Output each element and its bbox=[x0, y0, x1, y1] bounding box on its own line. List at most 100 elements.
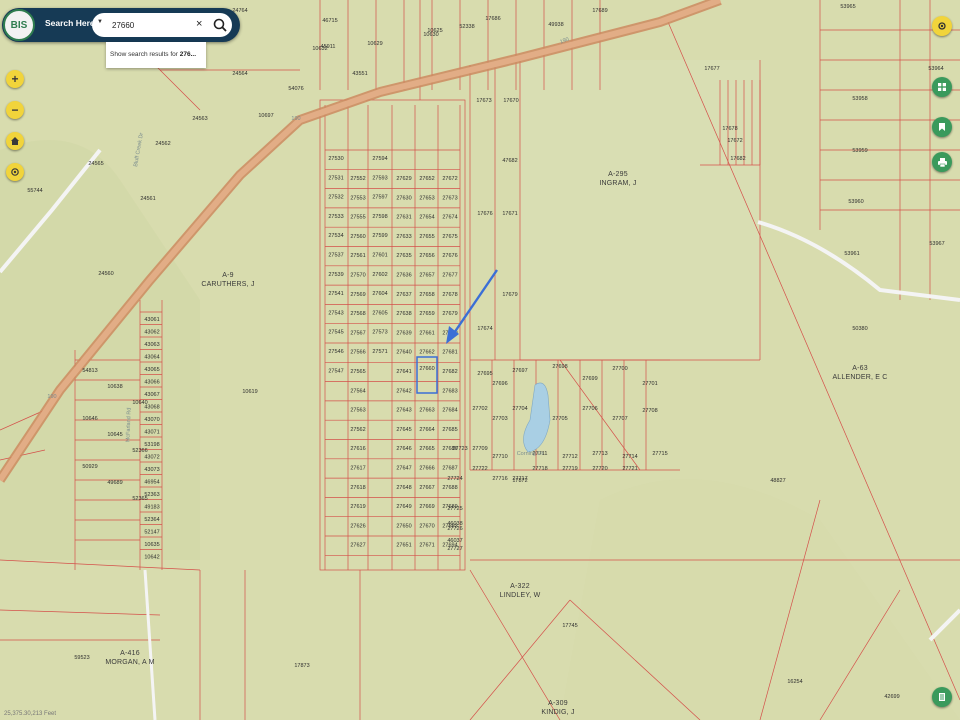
parcel-label[interactable]: 27723 bbox=[452, 446, 467, 452]
parcel-label[interactable]: 17676 bbox=[477, 211, 492, 217]
home-button[interactable] bbox=[6, 132, 24, 150]
parcel-label[interactable]: 27636 bbox=[396, 273, 411, 279]
parcel-label[interactable]: 27635 bbox=[396, 253, 411, 259]
parcel-label[interactable]: 27715 bbox=[652, 451, 667, 457]
search-input[interactable] bbox=[112, 17, 190, 33]
parcel-label[interactable]: 27627 bbox=[350, 543, 365, 549]
search-icon[interactable] bbox=[212, 17, 228, 33]
parcel-label[interactable]: 27681 bbox=[442, 350, 457, 356]
parcel-label[interactable]: 17673 bbox=[476, 98, 491, 104]
parcel-label[interactable]: 27701 bbox=[642, 381, 657, 387]
parcel-label[interactable]: 27643 bbox=[396, 408, 411, 414]
parcel-label[interactable]: 27656 bbox=[419, 253, 434, 259]
parcel-label[interactable]: 27710 bbox=[492, 454, 507, 460]
parcel-label[interactable]: 46715 bbox=[322, 18, 337, 24]
parcel-label[interactable]: 27702 bbox=[472, 406, 487, 412]
search-type-dropdown-icon[interactable]: ▼ bbox=[97, 19, 103, 25]
parcel-label[interactable]: 27648 bbox=[396, 485, 411, 491]
search-suggestion[interactable]: Show search results for 276... bbox=[106, 42, 206, 68]
parcel-label[interactable]: 27561 bbox=[350, 253, 365, 259]
parcel-label[interactable]: 27678 bbox=[442, 292, 457, 298]
layers-toggle-button[interactable] bbox=[932, 16, 952, 36]
parcel-label[interactable]: 27707 bbox=[612, 416, 627, 422]
parcel-label[interactable]: 24565 bbox=[88, 161, 103, 167]
parcel-label[interactable]: 43551 bbox=[352, 71, 367, 77]
parcel-label[interactable]: 27661 bbox=[419, 330, 434, 336]
parcel-label[interactable]: 43072 bbox=[144, 455, 159, 461]
parcel-label[interactable]: 52365 bbox=[132, 496, 147, 502]
parcel-label[interactable]: 27570 bbox=[350, 273, 365, 279]
parcel-label[interactable]: 27706 bbox=[582, 406, 597, 412]
parcel-label[interactable]: 27616 bbox=[350, 446, 365, 452]
parcel-label[interactable]: 24561 bbox=[140, 196, 155, 202]
legend-button[interactable] bbox=[932, 687, 952, 707]
parcel-label[interactable]: 27649 bbox=[396, 504, 411, 510]
grid-tools-button[interactable] bbox=[932, 77, 952, 97]
parcel-label[interactable]: 27626 bbox=[350, 523, 365, 529]
parcel-label[interactable]: 27665 bbox=[419, 446, 434, 452]
parcel-label[interactable]: 10619 bbox=[242, 389, 257, 395]
bookmark-button[interactable] bbox=[932, 117, 952, 137]
parcel-label[interactable]: 27545 bbox=[328, 330, 343, 336]
parcel-label[interactable]: 27532 bbox=[328, 195, 343, 201]
parcel-label[interactable]: 52364 bbox=[144, 517, 159, 523]
parcel-label[interactable]: 43061 bbox=[144, 317, 159, 323]
parcel-label[interactable]: 17682 bbox=[730, 156, 745, 162]
parcel-label[interactable]: 27652 bbox=[419, 176, 434, 182]
parcel-label[interactable]: 10640 bbox=[132, 400, 147, 406]
parcel-label[interactable]: 27641 bbox=[396, 369, 411, 375]
parcel-label[interactable]: 27547 bbox=[328, 368, 343, 374]
parcel-label-selected[interactable]: 27660 bbox=[419, 366, 434, 372]
parcel-label[interactable]: 17872 bbox=[512, 478, 527, 484]
parcel-label[interactable]: 27684 bbox=[442, 408, 457, 414]
parcel-label[interactable]: 27658 bbox=[419, 292, 434, 298]
parcel-label[interactable]: 27713 bbox=[592, 451, 607, 457]
parcel-label[interactable]: 27597 bbox=[372, 195, 387, 201]
parcel-label[interactable]: 27568 bbox=[350, 311, 365, 317]
parcel-label[interactable]: 27564 bbox=[350, 388, 365, 394]
parcel-label[interactable]: 17670 bbox=[503, 98, 518, 104]
parcel-label[interactable]: 17671 bbox=[502, 211, 517, 217]
parcel-label[interactable]: 27563 bbox=[350, 408, 365, 414]
parcel-label[interactable]: 27663 bbox=[419, 408, 434, 414]
parcel-label[interactable]: 27712 bbox=[562, 454, 577, 460]
parcel-label[interactable]: 27573 bbox=[372, 330, 387, 336]
parcel-label[interactable]: 52338 bbox=[459, 24, 474, 30]
parcel-label[interactable]: 27708 bbox=[642, 408, 657, 414]
parcel-label[interactable]: 27537 bbox=[328, 253, 343, 259]
parcel-label[interactable]: 24562 bbox=[155, 141, 170, 147]
parcel-label[interactable]: 27698 bbox=[552, 364, 567, 370]
parcel-label[interactable]: 27703 bbox=[492, 416, 507, 422]
parcel-label[interactable]: 27727 bbox=[447, 546, 462, 552]
parcel-label[interactable]: 48827 bbox=[770, 478, 785, 484]
parcel-label[interactable]: 27675 bbox=[442, 234, 457, 240]
parcel-label[interactable]: 27638 bbox=[396, 311, 411, 317]
parcel-label[interactable]: 10642 bbox=[144, 555, 159, 561]
parcel-label[interactable]: 27566 bbox=[350, 350, 365, 356]
parcel-label[interactable]: 43066 bbox=[144, 380, 159, 386]
parcel-label[interactable]: 27677 bbox=[442, 273, 457, 279]
parcel-label[interactable]: 27604 bbox=[372, 291, 387, 297]
parcel-label[interactable]: 53960 bbox=[848, 199, 863, 205]
clear-search-icon[interactable]: × bbox=[196, 18, 202, 30]
parcel-label[interactable]: 43073 bbox=[144, 467, 159, 473]
parcel-label[interactable]: 49689 bbox=[107, 480, 122, 486]
parcel-label[interactable]: 27700 bbox=[612, 366, 627, 372]
parcel-label[interactable]: 43064 bbox=[144, 355, 159, 361]
parcel-label[interactable]: 10629 bbox=[367, 41, 382, 47]
parcel-label[interactable]: 53967 bbox=[929, 241, 944, 247]
parcel-label[interactable]: 47682 bbox=[502, 158, 517, 164]
parcel-label[interactable]: 53964 bbox=[928, 66, 943, 72]
parcel-label[interactable]: 59523 bbox=[74, 655, 89, 661]
parcel-label[interactable]: 27716 bbox=[492, 476, 507, 482]
parcel-label[interactable]: 27714 bbox=[622, 454, 637, 460]
parcel-label[interactable]: 27571 bbox=[372, 349, 387, 355]
parcel-label[interactable]: 27672 bbox=[442, 176, 457, 182]
parcel-label[interactable]: 46954 bbox=[144, 480, 159, 486]
parcel-label[interactable]: 27530 bbox=[328, 156, 343, 162]
parcel-label[interactable]: 10635 bbox=[144, 542, 159, 548]
parcel-label[interactable]: 50380 bbox=[852, 326, 867, 332]
parcel-label[interactable]: 17677 bbox=[704, 66, 719, 72]
parcel-label[interactable]: 10625 bbox=[427, 28, 442, 34]
parcel-label[interactable]: 27662 bbox=[419, 350, 434, 356]
